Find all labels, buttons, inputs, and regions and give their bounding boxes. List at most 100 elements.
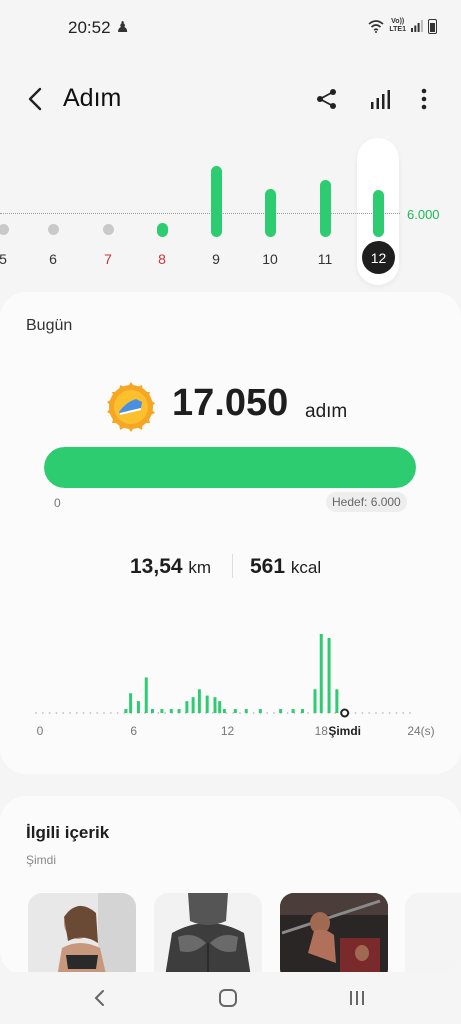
hourly-tick-label: 12: [221, 724, 235, 738]
nav-back-icon[interactable]: [84, 984, 114, 1012]
hourly-bar: [136, 701, 140, 713]
hourly-bar: [129, 693, 133, 713]
share-icon[interactable]: [312, 84, 342, 114]
baseline-dot: [109, 712, 112, 714]
day-column[interactable]: 10: [250, 130, 290, 285]
baseline-dot: [89, 712, 92, 714]
hourly-bar: [124, 709, 128, 713]
steps-count: 17.050: [172, 382, 289, 424]
day-steps-bar: [373, 190, 384, 237]
calories-stat: 561 kcal: [250, 555, 321, 579]
day-label: 5: [0, 251, 7, 267]
baseline-dot: [48, 712, 51, 714]
hourly-bar: [335, 689, 339, 713]
app-header: Adım: [0, 72, 461, 124]
hourly-bar: [233, 709, 237, 713]
baseline-dot: [266, 712, 269, 714]
day-steps-bar: [211, 165, 222, 237]
baseline-dot: [368, 712, 371, 714]
nav-recents-icon[interactable]: [342, 984, 372, 1012]
baseline-dot: [75, 712, 78, 714]
today-title: Bugün: [26, 317, 73, 334]
day-label: 10: [262, 251, 278, 267]
calories-value: 561: [250, 555, 286, 578]
related-thumb-3[interactable]: [280, 893, 388, 976]
day-column[interactable]: 6: [33, 130, 73, 285]
status-icons: Vo)) LTE1: [368, 18, 437, 34]
hourly-bar: [258, 709, 262, 713]
baseline-dot: [35, 712, 37, 714]
page-title: Adım: [63, 84, 122, 112]
signal-icon: [411, 20, 423, 32]
related-title: İlgili içerik: [26, 823, 110, 842]
baseline-dot: [157, 712, 160, 714]
related-thumb-2[interactable]: [154, 893, 262, 976]
hourly-bar: [279, 709, 283, 713]
hourly-bar: [197, 689, 201, 713]
related-thumb-1[interactable]: [28, 893, 136, 976]
hourly-bar: [151, 709, 154, 713]
baseline-dot: [96, 712, 99, 714]
day-steps-bar: [157, 223, 168, 237]
day-column[interactable]: 11: [305, 130, 345, 285]
hourly-tick-label: Şimdi: [328, 724, 361, 738]
baseline-dot: [273, 712, 275, 714]
lte-top-label: Vo)): [391, 18, 405, 25]
baseline-dot: [388, 712, 391, 714]
progress-min-label: 0: [54, 496, 61, 510]
baseline-dot: [402, 712, 405, 714]
day-steps-bar: [320, 179, 331, 237]
hourly-tick-label: 18: [315, 724, 329, 738]
hourly-tick-label: 24(s): [407, 724, 434, 738]
day-empty-dot: [0, 224, 9, 235]
back-arrow-icon[interactable]: [20, 84, 50, 114]
baseline-dot: [307, 712, 309, 714]
hourly-bar: [169, 709, 173, 713]
daily-steps-chart: 6.000 5 6 7 8 9 10 11 12: [0, 130, 461, 285]
related-subtitle: Şimdi: [26, 853, 57, 867]
baseline-dot: [103, 712, 105, 714]
sneaker-medal-icon: [107, 382, 155, 432]
hourly-bar: [244, 709, 248, 713]
goal-badge: Hedef: 6.000: [326, 492, 407, 512]
day-column[interactable]: 9: [196, 130, 236, 285]
day-label: 8: [158, 251, 166, 267]
bar-stats-icon[interactable]: [365, 84, 395, 114]
day-label: 7: [104, 251, 112, 267]
today-card: Bugün 17.050 adım 0 Hedef: 6.000 13,54 k…: [0, 292, 461, 774]
day-column[interactable]: 7: [88, 130, 128, 285]
distance-value: 13,54: [130, 555, 183, 578]
baseline-dot: [381, 712, 384, 714]
steps-progress-bar: [44, 447, 416, 488]
baseline-dot: [409, 712, 411, 714]
distance-unit: km: [188, 558, 212, 577]
nav-home-icon[interactable]: [213, 984, 243, 1012]
hourly-tick-label: 6: [130, 724, 137, 738]
baseline-dot: [361, 712, 364, 714]
baseline-dot: [41, 712, 44, 714]
day-column[interactable]: 5: [0, 130, 23, 285]
status-time: 20:52: [68, 18, 111, 37]
day-empty-dot: [48, 224, 59, 235]
hourly-bar: [160, 709, 164, 713]
baseline-dot: [252, 712, 255, 714]
day-column[interactable]: 12: [358, 130, 398, 285]
hourly-steps-chart: 0 6 12 18 Şimdi 24(s): [35, 634, 435, 738]
related-thumb-4[interactable]: [405, 893, 461, 976]
hourly-bar: [177, 709, 181, 713]
baseline-dot: [395, 712, 398, 714]
baseline-dot: [69, 712, 71, 714]
hourly-bar: [291, 709, 295, 713]
baseline-dot: [164, 712, 167, 714]
hourly-bar: [313, 689, 317, 713]
day-empty-dot: [103, 224, 114, 235]
day-column[interactable]: 8: [142, 130, 182, 285]
baseline-dot: [116, 712, 119, 714]
figure-icon: ♟: [116, 19, 130, 36]
more-vertical-icon[interactable]: [409, 84, 439, 114]
target-label: 6.000: [407, 207, 440, 222]
day-label: 6: [49, 251, 57, 267]
lte-indicator: Vo)) LTE1: [389, 18, 406, 34]
baseline-dot: [375, 712, 377, 714]
related-content-card: İlgili içerik Şimdi: [0, 796, 461, 976]
